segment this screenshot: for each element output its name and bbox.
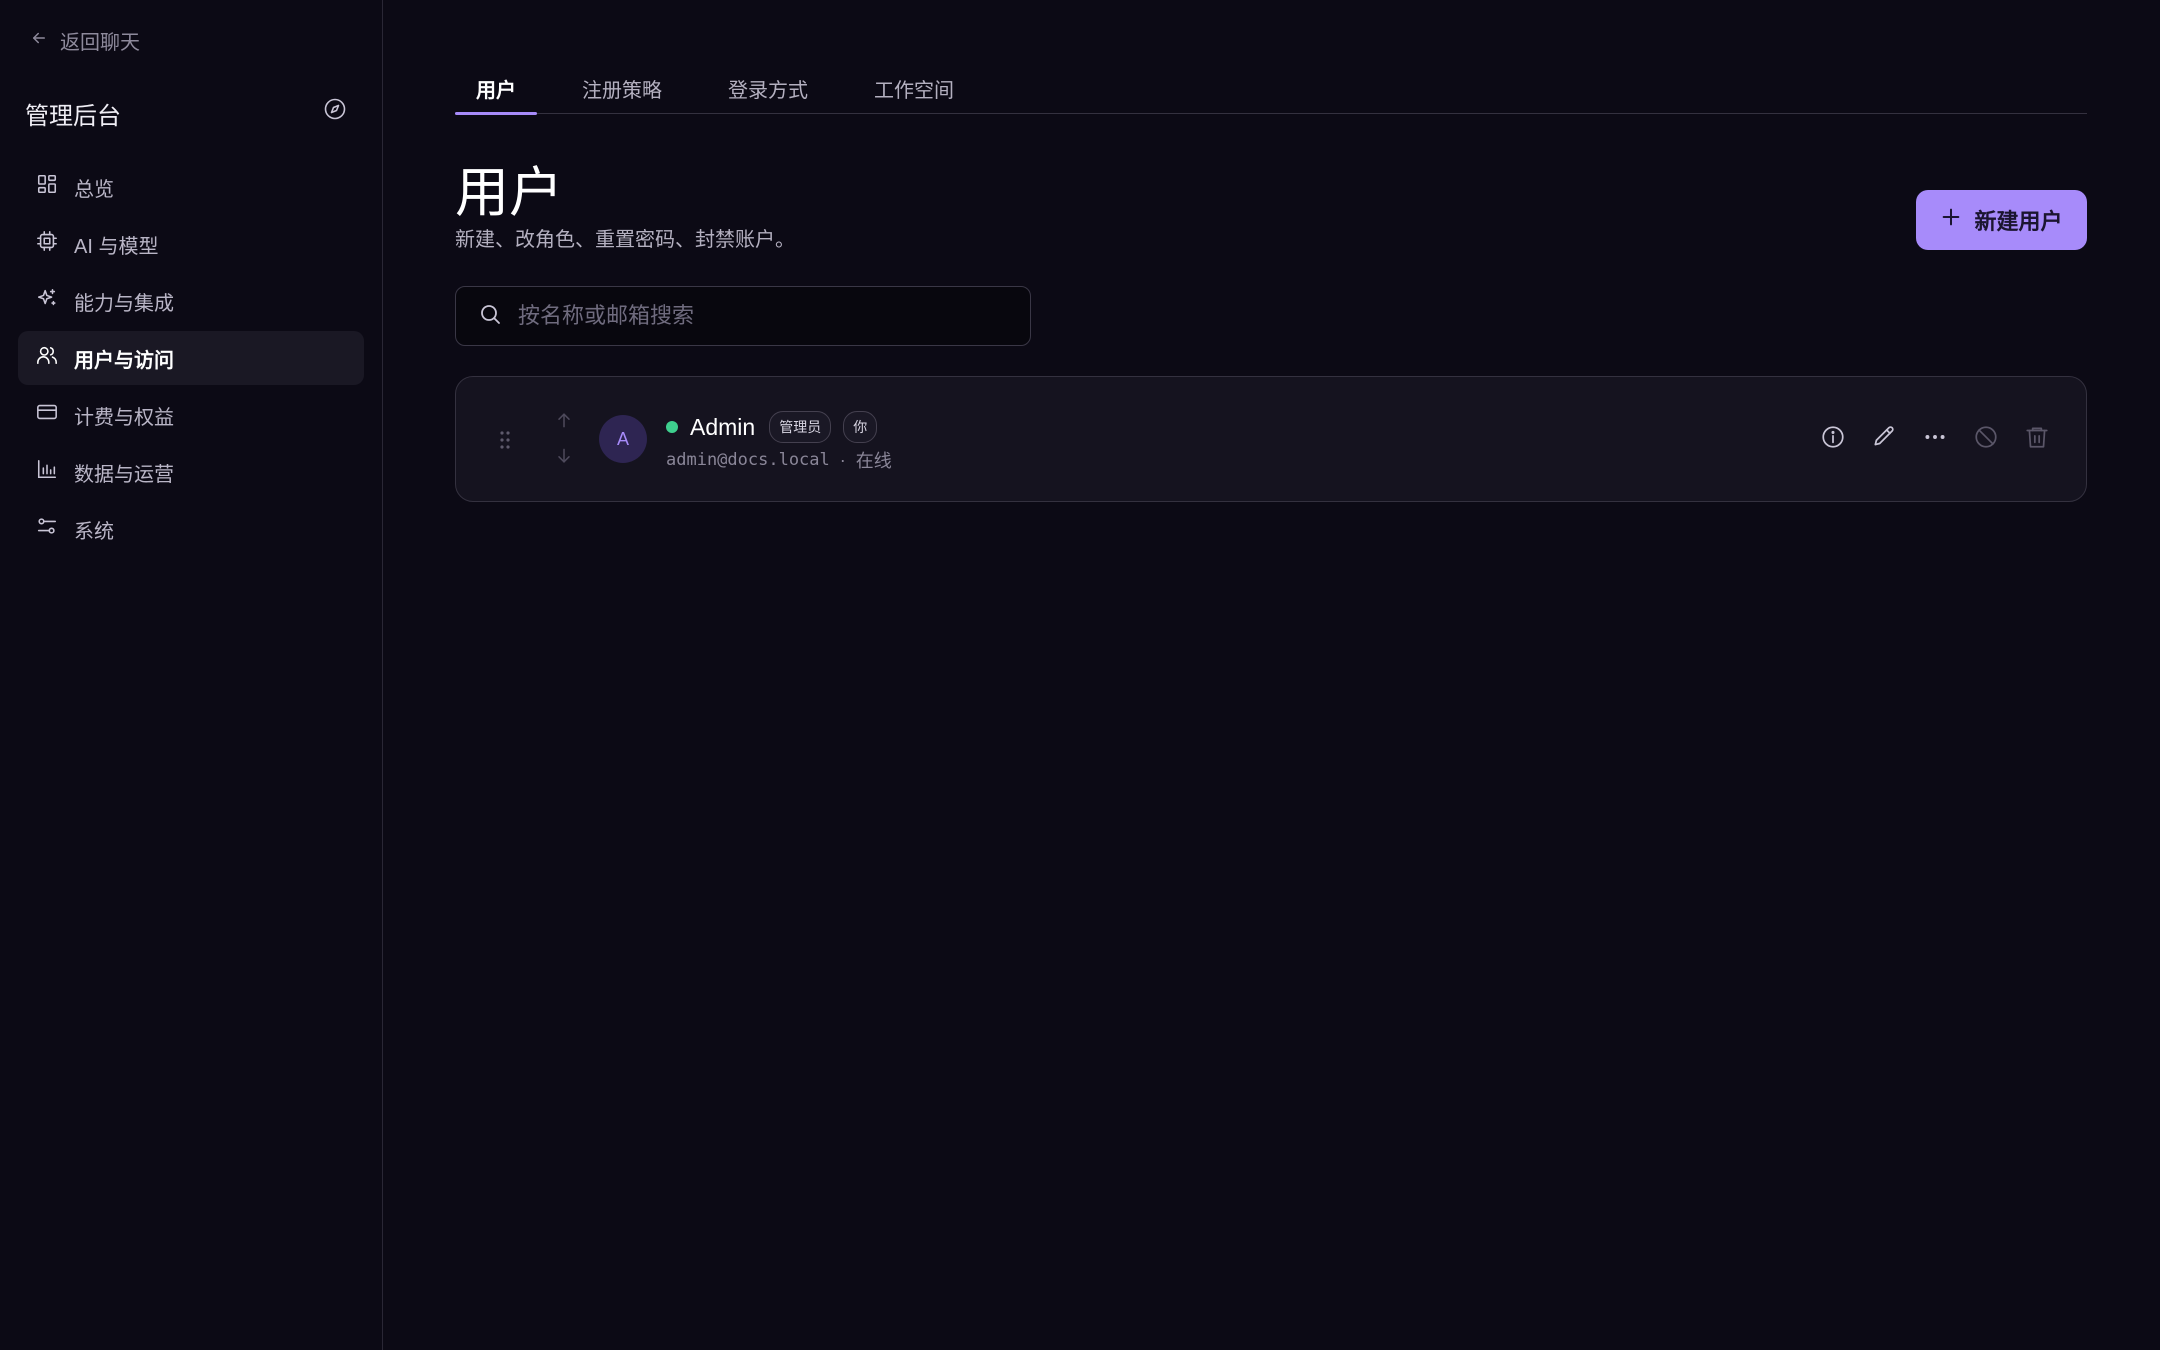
ban-icon[interactable] [1973,424,1999,450]
credit-card-icon [36,401,58,429]
sidebar-item-overview[interactable]: 总览 [18,160,364,214]
trash-icon[interactable] [2024,424,2050,450]
sidebar-item-label: 数据与运营 [74,463,174,486]
reorder-controls [554,410,574,466]
sidebar-nav: 总览 AI 与模型 能力与集成 用户与访问 计费与权益 数据与运营 系统 [18,160,364,556]
arrow-down-icon[interactable] [554,446,574,466]
sidebar-item-users-access[interactable]: 用户与访问 [18,331,364,385]
bar-chart-icon [36,458,58,486]
sidebar-item-ai-models[interactable]: AI 与模型 [18,217,364,271]
arrow-left-icon [30,29,48,53]
tab-bar: 用户 注册策略 登录方式 工作空间 [455,60,2087,115]
sidebar-item-data-ops[interactable]: 数据与运营 [18,445,364,499]
user-meta: admin@docs.local · 在线 [666,447,892,473]
sliders-icon [36,515,58,543]
role-badge: 管理员 [769,411,832,443]
arrow-up-icon[interactable] [554,410,574,430]
tab-login-methods[interactable]: 登录方式 [707,60,829,114]
chip-icon [36,230,58,258]
sparkles-icon [36,287,58,315]
you-badge: 你 [843,411,878,443]
dashboard-icon [36,173,58,201]
user-status-text: 在线 [855,451,892,471]
compass-button[interactable] [320,96,350,126]
tab-users[interactable]: 用户 [455,60,537,115]
back-to-chat-link[interactable]: 返回聊天 [30,26,140,55]
sidebar-item-system[interactable]: 系统 [18,502,364,556]
sidebar-item-label: 计费与权益 [74,406,174,429]
sidebar: 返回聊天 管理后台 总览 AI 与模型 能力与集成 用户与访问 计费与权益 数据… [0,0,383,1350]
user-email: admin@docs.local [666,450,830,470]
new-user-button[interactable]: 新建用户 [1916,190,2087,250]
sidebar-item-label: 系统 [74,520,114,543]
user-header: Admin 管理员 你 [666,411,878,443]
more-icon[interactable] [1922,424,1948,450]
online-status-dot [666,421,678,433]
search-box [455,286,1031,346]
edit-icon[interactable] [1871,424,1897,450]
sidebar-title: 管理后台 [25,102,121,130]
sidebar-item-label: 用户与访问 [74,349,174,372]
drag-handle-icon[interactable] [498,429,512,451]
sidebar-item-label: 能力与集成 [74,292,174,315]
avatar: A [599,415,647,463]
search-icon [478,302,502,331]
admin-app: 返回聊天 管理后台 总览 AI 与模型 能力与集成 用户与访问 计费与权益 数据… [0,0,2160,1350]
search-input[interactable] [518,287,1030,345]
plus-icon [1940,206,1962,234]
user-actions [1820,424,2050,450]
tab-workspaces[interactable]: 工作空间 [853,60,975,114]
new-user-label: 新建用户 [1974,209,2063,234]
page-subtitle: 新建、改角色、重置密码、封禁账户。 [455,229,795,251]
user-row: A Admin 管理员 你 admin@docs.local · 在线 [455,376,2087,502]
sidebar-item-label: AI 与模型 [74,235,159,258]
compass-icon [323,97,347,126]
user-name: Admin [690,413,756,440]
info-icon[interactable] [1820,424,1846,450]
users-icon [36,344,58,372]
sidebar-item-label: 总览 [74,178,114,201]
sidebar-item-billing[interactable]: 计费与权益 [18,388,364,442]
main-content: 用户 注册策略 登录方式 工作空间 用户 新建、改角色、重置密码、封禁账户。 新… [383,0,2160,1350]
tab-registration-policy[interactable]: 注册策略 [561,60,683,114]
page-title: 用户 [455,161,563,224]
sidebar-item-capabilities[interactable]: 能力与集成 [18,274,364,328]
back-link-label: 返回聊天 [60,32,140,54]
meta-separator: · [839,449,846,470]
